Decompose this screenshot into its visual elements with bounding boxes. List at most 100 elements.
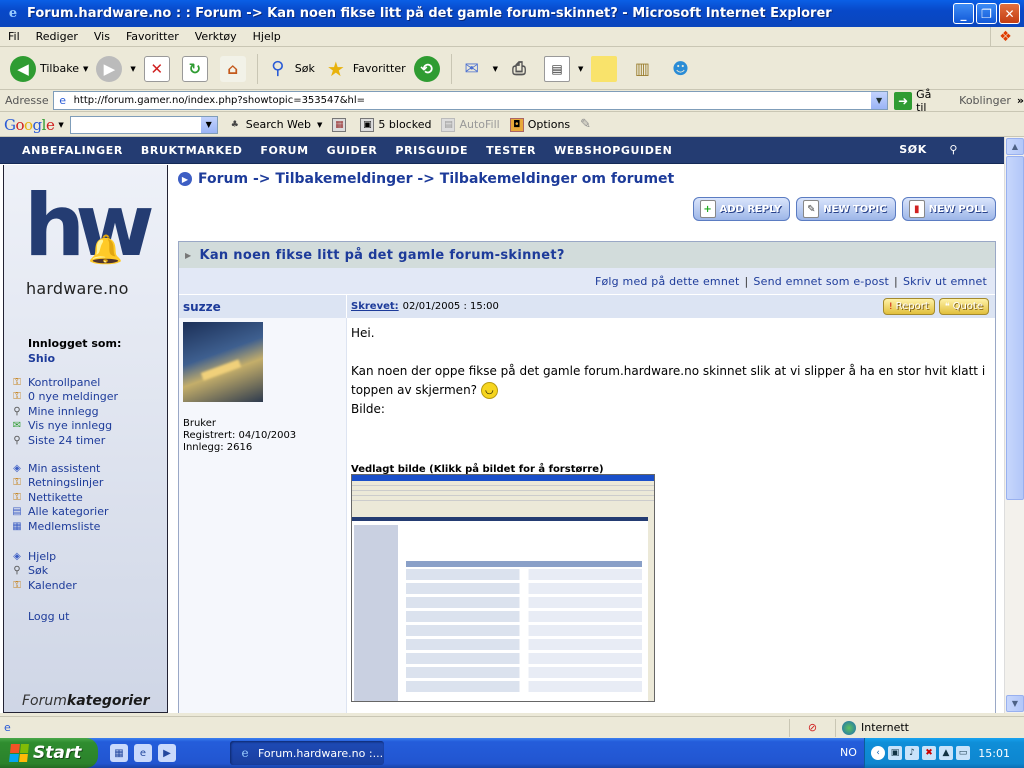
sidebar-item-sok[interactable]: ⚲ Søk [10,564,160,579]
autofill-button[interactable]: ▤ AutoFill [441,117,500,132]
email-topic-link[interactable]: Send emnet som e-post [753,275,889,288]
sidebar-item-hjelp[interactable]: ◈ Hjelp [10,549,160,564]
favorites-button[interactable]: ★ Favoritter [319,51,410,87]
breadcrumb-text[interactable]: Forum -> Tilbakemeldinger -> Tilbakemeld… [198,171,674,187]
menu-edit[interactable]: Rediger [28,30,86,43]
print-button[interactable]: ⎙ [502,51,540,87]
follow-topic-link[interactable]: Følg med på dette emnet [595,275,740,288]
history-button[interactable]: ⟲ [410,51,448,87]
attachment-thumbnail[interactable] [351,474,655,702]
back-button[interactable]: ◀ Tilbake ▼ [6,51,92,87]
address-input[interactable]: e http://forum.gamer.no/index.php?showto… [52,91,889,110]
sidebar-item-alle-kategorier[interactable]: ▤ Alle kategorier [10,505,160,520]
sidebar-item-nettikette[interactable]: ⚿ Nettikette [10,490,160,505]
sidebar-item-retningslinjer[interactable]: ⚿ Retningslinjer [10,476,160,491]
sidebar-item-min-assistent[interactable]: ◈ Min assistent [10,461,160,476]
sidebar-item-mine-innlegg[interactable]: ⚲ Mine innlegg [10,404,160,419]
mail-button[interactable]: ✉ ▼ [455,51,502,87]
sidebar-item-vis-nye-innlegg[interactable]: ✉ Vis nye innlegg [10,419,160,434]
zone-label: Internett [861,721,909,734]
scroll-thumb[interactable] [1006,156,1024,500]
google-menu-dropdown-icon[interactable]: ▼ [58,121,63,129]
options-button[interactable]: ◘ Options [509,117,570,132]
taskbar-ie-window[interactable]: e Forum.hardware.no :... [230,741,384,765]
sidebar-item-label: Medlemsliste [28,519,101,533]
highlighter-icon: ✎ [580,117,592,132]
forward-button[interactable]: ▶ ▼ [92,51,139,87]
forum-categories-word-a: Forum [22,693,67,709]
nav-guider[interactable]: GUIDER [327,144,378,157]
search-web-button[interactable]: ♣ Search Web ▼ [228,118,323,132]
report-button[interactable]: ! Report [882,298,935,315]
print-topic-link[interactable]: Skriv ut emnet [903,275,987,288]
popup-blocker-button[interactable]: ▣ 5 blocked [360,117,431,132]
mail-dropdown-icon[interactable]: ▼ [493,65,498,73]
google-search-dropdown-icon[interactable]: ▼ [200,116,217,133]
research-button[interactable]: ▥ [625,51,663,87]
sidebar-item-siste-24-timer[interactable]: ⚲ Siste 24 timer [10,433,160,448]
popup-blocked-icon[interactable]: ⊘ [790,718,836,737]
forward-dropdown-icon[interactable]: ▼ [130,65,135,73]
nav-forum[interactable]: FORUM [260,144,308,157]
tray-expand-icon[interactable]: ‹ [871,746,885,760]
menu-view[interactable]: Vis [86,30,118,43]
nav-prisguide[interactable]: PRISGUIDE [395,144,468,157]
stop-button[interactable]: ✕ [140,51,178,87]
quote-button[interactable]: ❝ Quote [938,298,989,315]
vertical-scrollbar[interactable]: ▲ ▼ [1004,137,1024,713]
display-icon[interactable]: ▭ [956,746,970,760]
menu-tools[interactable]: Verktøy [187,30,245,43]
language-indicator[interactable]: NO [840,746,857,759]
nav-anbefalinger[interactable]: ANBEFALINGER [22,144,123,157]
tray-app-icon[interactable]: ▲ [939,746,953,760]
links-button[interactable]: Koblinger [959,94,1011,107]
pagerank-button[interactable]: ▦ [332,117,350,132]
menu-favorites[interactable]: Favoritter [118,30,187,43]
volume-icon[interactable]: ♪ [905,746,919,760]
search-web-dropdown-icon[interactable]: ▼ [317,121,322,129]
messenger-button[interactable]: ☻ [663,51,701,87]
maximize-button[interactable]: ❐ [976,3,997,24]
minimize-button[interactable]: _ [953,3,974,24]
network-icon[interactable]: ▣ [888,746,902,760]
nav-tester[interactable]: TESTER [486,144,536,157]
sidebar-item-kontrollpanel[interactable]: ⚿ Kontrollpanel [10,375,160,390]
username-link[interactable]: Shio [28,352,121,365]
highlight-button[interactable]: ✎ [580,117,591,132]
google-logo[interactable]: Google [4,116,55,134]
edit-dropdown-icon[interactable]: ▼ [578,65,583,73]
logout-link[interactable]: Logg ut [28,609,178,624]
chevron-right-icon[interactable]: » [1017,94,1024,107]
ie-quicklaunch-icon[interactable]: e [134,744,152,762]
nav-bruktmarked[interactable]: BRUKTMARKED [141,144,243,157]
sidebar-item-messages[interactable]: ⚿ 0 nye meldinger [10,390,160,405]
menu-help[interactable]: Hjelp [245,30,289,43]
sidebar-item-kalender[interactable]: ⚿ Kalender [10,578,160,593]
site-search-link[interactable]: SØK ⚲ [899,143,976,156]
site-logo[interactable]: hw 🔔 hardware.no [24,183,156,303]
search-button[interactable]: ⚲ Søk [261,51,319,87]
post-author[interactable]: suzze [179,295,347,319]
new-poll-button[interactable]: ▮ NEW POLL [901,197,996,221]
back-dropdown-icon[interactable]: ▼ [83,65,88,73]
security-alert-icon[interactable]: ✖ [922,746,936,760]
post-permalink[interactable]: Skrevet: [351,301,399,312]
scroll-up-icon[interactable]: ▲ [1006,138,1024,155]
close-button[interactable]: ✕ [999,3,1020,24]
discuss-button[interactable] [587,51,625,87]
new-topic-button[interactable]: ✎ NEW TOPIC [796,197,896,221]
google-search-input[interactable]: ▼ [69,115,218,134]
scroll-down-icon[interactable]: ▼ [1006,695,1024,712]
edit-button[interactable]: ▤ ▼ [540,51,587,87]
start-button[interactable]: Start [0,738,98,768]
add-reply-button[interactable]: + ADD REPLY [692,197,791,221]
media-player-icon[interactable]: ▶ [158,744,176,762]
nav-webshopguiden[interactable]: WEBSHOPGUIDEN [554,144,672,157]
menu-file[interactable]: Fil [0,30,28,43]
show-desktop-icon[interactable]: ▦ [110,744,128,762]
sidebar-item-medlemsliste[interactable]: ▦ Medlemsliste [10,519,160,534]
refresh-button[interactable]: ↻ [178,51,216,87]
address-dropdown-icon[interactable]: ▼ [871,92,888,109]
go-button[interactable]: ➜ Gå til [894,88,945,114]
home-button[interactable]: ⌂ [216,51,254,87]
